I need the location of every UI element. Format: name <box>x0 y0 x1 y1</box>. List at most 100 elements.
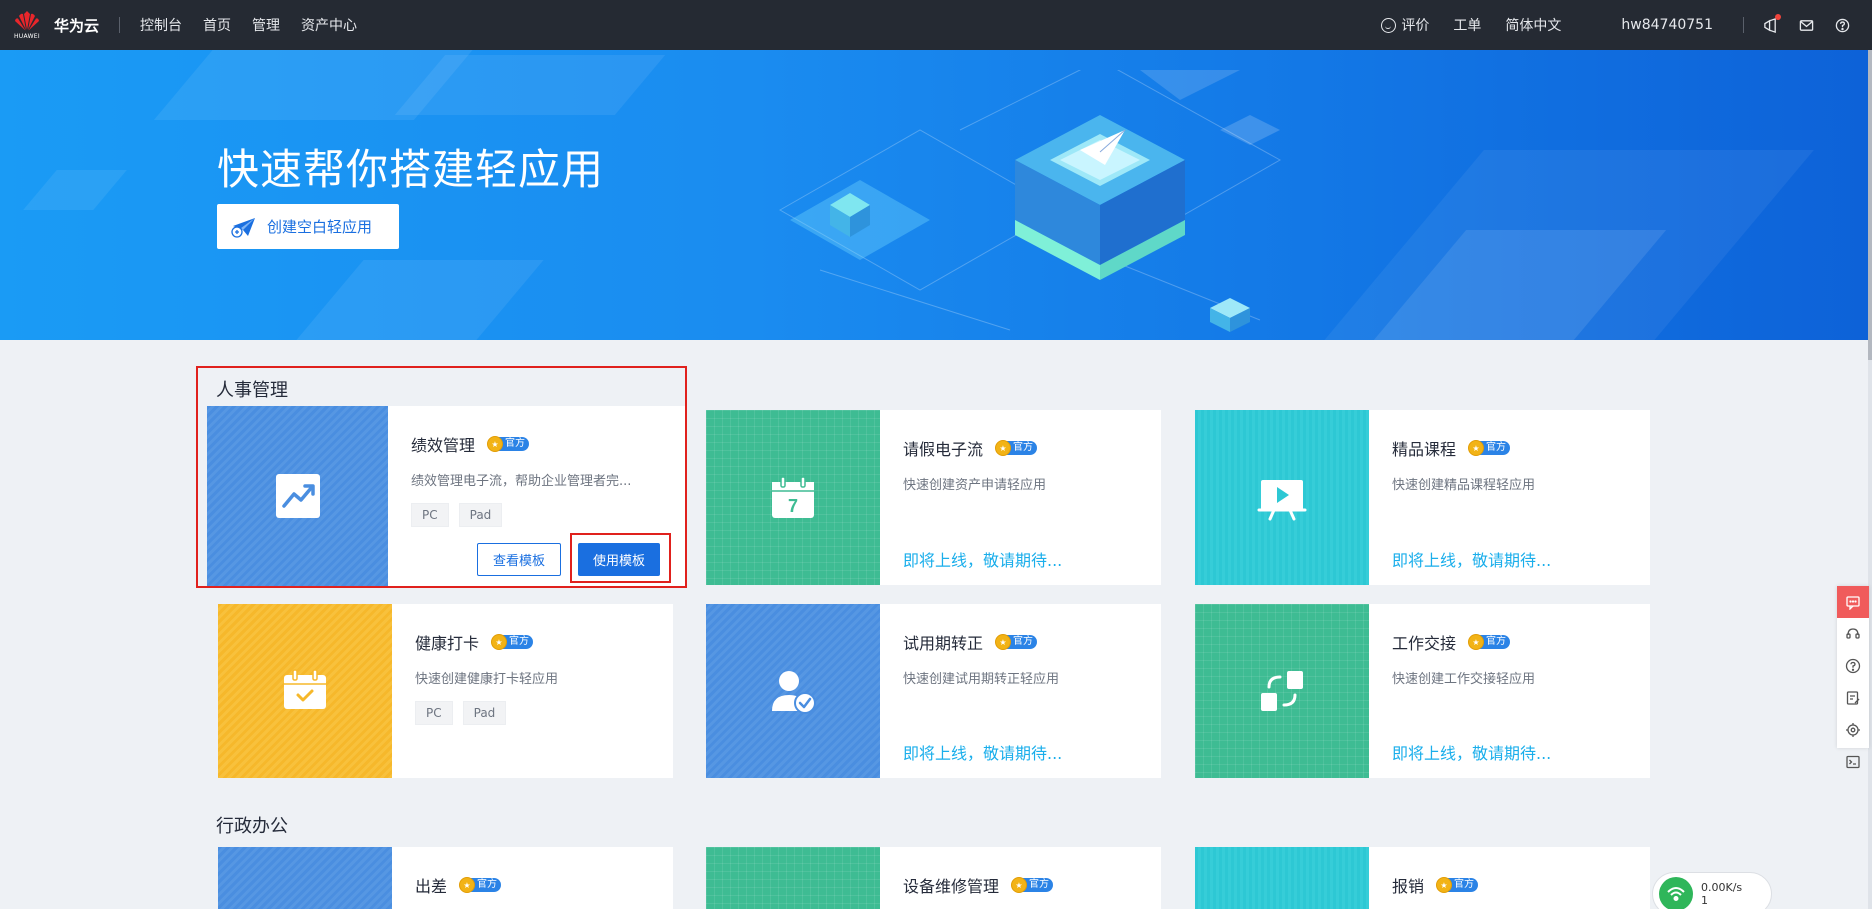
card-name: 健康打卡 <box>415 634 480 653</box>
nav-asset-center[interactable]: 资产中心 <box>301 15 357 35</box>
language-switch[interactable]: 简体中文 <box>1505 15 1561 35</box>
card-name: 精品课程 <box>1392 440 1457 459</box>
card-description: 快速创建工作交接轻应用 <box>1392 672 1536 687</box>
user-account[interactable]: hw84740751 <box>1621 17 1713 33</box>
smile-icon <box>1381 17 1397 33</box>
network-speed-widget[interactable]: 0.00K/s 1 <box>1652 872 1772 909</box>
card-name: 工作交接 <box>1392 634 1457 653</box>
hero-banner: 快速帮你搭建轻应用 创建空白轻应用 <box>0 50 1868 340</box>
card-name: 出差 <box>415 877 448 896</box>
card-thumbnail <box>218 847 392 909</box>
view-template-button[interactable]: 查看模板 <box>477 543 561 576</box>
huawei-logo-icon: HUAWEI <box>12 7 42 43</box>
card-name: 绩效管理 <box>411 436 476 455</box>
template-card-equipment-repair[interactable]: 设备维修管理 ★ 官方 <box>706 847 1161 909</box>
create-blank-app-label: 创建空白轻应用 <box>267 218 373 236</box>
button-highlight-box <box>570 533 671 583</box>
card-description: 快速创建试用期转正轻应用 <box>903 672 1060 687</box>
badge-label: 官方 <box>1480 635 1511 649</box>
template-card-business-trip[interactable]: 出差 ★ 官方 <box>218 847 673 909</box>
card-thumbnail <box>1195 410 1369 585</box>
platform-tags: PC Pad <box>411 503 685 527</box>
template-card-leave[interactable]: 7 请假电子流 ★ 官方 快速创建资产申请轻应用 即将上线，敬请期待... <box>706 410 1161 585</box>
scrollbar-thumb[interactable] <box>1868 50 1872 360</box>
card-description: 快速创建健康打卡轻应用 <box>415 672 559 687</box>
card-name: 报销 <box>1392 877 1425 896</box>
wifi-icon <box>1659 877 1693 909</box>
card-thumbnail: 7 <box>706 410 880 585</box>
presentation-play-icon <box>1257 479 1307 520</box>
coming-soon-text: 即将上线，敬请期待... <box>903 551 1063 570</box>
card-thumbnail <box>1195 604 1369 778</box>
template-card-courses[interactable]: 精品课程 ★ 官方 快速创建精品课程轻应用 即将上线，敬请期待... <box>1195 410 1650 585</box>
terminal-icon[interactable] <box>1837 746 1869 778</box>
template-card-handover[interactable]: 工作交接 ★ 官方 快速创建工作交接轻应用 即将上线，敬请期待... <box>1195 604 1650 778</box>
official-badge: ★ 官方 <box>487 436 530 452</box>
template-card-reimbursement[interactable]: 报销 ★ 官方 <box>1195 847 1650 909</box>
rate-label: 评价 <box>1401 18 1430 34</box>
card-thumbnail <box>1195 847 1369 909</box>
card-title: 设备维修管理 ★ 官方 <box>903 873 1161 897</box>
badge-label: 官方 <box>471 878 502 892</box>
locate-icon[interactable] <box>1837 714 1869 746</box>
brand-name: 华为云 <box>54 16 100 35</box>
card-name: 设备维修管理 <box>903 877 1000 896</box>
isometric-illustration <box>778 70 1282 332</box>
nav-console[interactable]: 控制台 <box>140 15 182 35</box>
badge-label: 官方 <box>1007 635 1038 649</box>
chat-icon[interactable] <box>1837 586 1869 618</box>
template-card-health-checkin[interactable]: 健康打卡 ★ 官方 快速创建健康打卡轻应用 PC Pad <box>218 604 673 778</box>
nav-divider <box>119 17 121 33</box>
toolbar-divider <box>1743 17 1744 33</box>
network-speed-text: 0.00K/s <box>1701 881 1743 894</box>
card-title: 请假电子流 ★ 官方 <box>903 436 1161 460</box>
customer-service-icon[interactable] <box>1837 618 1869 650</box>
badge-label: 官方 <box>1023 878 1054 892</box>
card-name: 试用期转正 <box>903 634 984 653</box>
card-title: 试用期转正 ★ 官方 <box>903 630 1161 654</box>
rate-button[interactable]: 评价 <box>1381 15 1429 35</box>
mail-icon[interactable] <box>1798 17 1814 33</box>
paper-plane-icon <box>231 217 255 238</box>
official-badge: ★ 官方 <box>995 440 1038 456</box>
help-question-icon[interactable] <box>1837 650 1869 682</box>
official-badge: ★ 官方 <box>1468 440 1511 456</box>
medal-icon: ★ <box>995 440 1012 456</box>
card-thumbnail <box>706 847 880 909</box>
card-title: 精品课程 ★ 官方 <box>1392 436 1650 460</box>
banner-title: 快速帮你搭建轻应用 <box>217 145 605 194</box>
platform-tags: PC Pad <box>415 701 673 725</box>
medal-icon: ★ <box>459 877 476 893</box>
help-icon[interactable] <box>1834 17 1850 33</box>
medal-icon: ★ <box>1011 877 1028 893</box>
badge-label: 官方 <box>499 437 530 451</box>
official-badge: ★ 官方 <box>491 634 534 650</box>
nav-home[interactable]: 首页 <box>203 15 231 35</box>
coming-soon-text: 即将上线，敬请期待... <box>1392 551 1552 570</box>
card-description: 快速创建精品课程轻应用 <box>1392 478 1536 493</box>
card-title: 健康打卡 ★ 官方 <box>415 630 673 654</box>
tag-pad: Pad <box>458 503 503 527</box>
official-badge: ★ 官方 <box>995 634 1038 650</box>
feedback-edit-icon[interactable] <box>1837 682 1869 714</box>
official-badge: ★ 官方 <box>1011 877 1054 893</box>
medal-icon: ★ <box>487 436 504 452</box>
ticket-link[interactable]: 工单 <box>1453 15 1481 35</box>
banner-decoration <box>296 260 544 340</box>
create-blank-app-button[interactable]: 创建空白轻应用 <box>217 204 399 249</box>
banner-decoration <box>23 170 127 210</box>
huawei-cloud-logo[interactable]: HUAWEI 华为云 <box>12 7 99 43</box>
nav-manage[interactable]: 管理 <box>252 15 280 35</box>
badge-label: 官方 <box>1007 441 1038 455</box>
logo-subtext: HUAWEI <box>14 33 40 40</box>
medal-icon: ★ <box>1468 634 1485 650</box>
medal-icon: ★ <box>491 634 508 650</box>
medal-icon: ★ <box>995 634 1012 650</box>
handover-icon <box>1261 671 1303 711</box>
calendar-day-text: 7 <box>788 496 798 516</box>
notification-icon[interactable] <box>1762 14 1781 33</box>
chart-up-icon <box>275 474 320 518</box>
template-card-probation[interactable]: 试用期转正 ★ 官方 快速创建试用期转正轻应用 即将上线，敬请期待... <box>706 604 1161 778</box>
badge-label: 官方 <box>1448 878 1479 892</box>
tag-pad: Pad <box>462 701 507 725</box>
